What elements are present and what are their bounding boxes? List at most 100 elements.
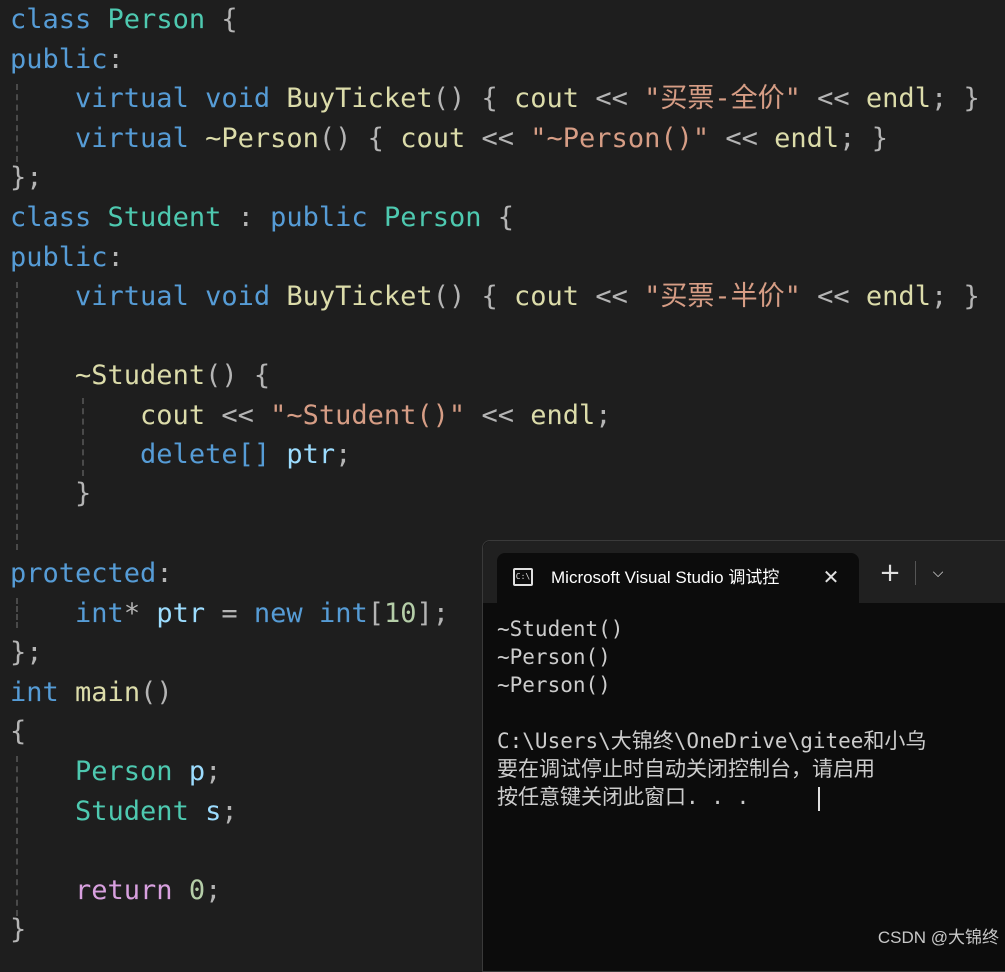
keyword: void [205,281,271,312]
console-icon: C:\ [513,568,533,586]
identifier: cout [140,400,206,431]
keyword: virtual [75,123,189,154]
punct: : [237,202,254,233]
punct: } [10,914,27,945]
code-line: cout << "~Student()" << endl; [10,396,612,435]
punct: } [963,83,980,114]
access-specifier: protected [10,558,157,589]
punct: } [871,123,888,154]
variable: ptr [156,598,206,629]
punct: ; [205,756,222,787]
variable: ptr [286,439,336,470]
code-line: virtual ~Person() { cout << "~Person()" … [10,119,888,158]
class-name: Person [75,756,173,787]
function-name: BuyTicket [286,83,433,114]
code-line: Person p; [10,752,221,791]
code-line: ~Student() { [10,356,270,395]
code-line: Student s; [10,792,238,831]
watermark: CSDN @大锦终 [877,928,999,947]
code-line: } [10,910,26,949]
punct: ; [930,83,948,114]
base-class-name: Person [383,202,482,233]
console-output-line: 要在调试停止时自动关闭控制台，请启用 [497,757,875,781]
operator: << [817,281,850,312]
number-literal: 0 [188,875,206,906]
destructor-name: ~Student [75,360,206,391]
operator: << [481,123,515,154]
operator: << [817,83,850,114]
punct: ; [595,400,612,431]
code-line: public: [10,40,124,79]
type-keyword: int [10,677,59,708]
punct: ; [930,281,948,312]
identifier: endl [865,83,931,114]
variable: p [188,756,206,787]
keyword: public [270,202,368,233]
string-literal: "买票-半价" [644,281,801,312]
punct: () [432,281,466,312]
operator: << [595,281,628,312]
keyword: class [10,4,92,35]
access-specifier: public [10,44,108,75]
punct: ; [839,123,856,154]
operator: << [481,400,514,431]
string-literal: "~Student()" [270,400,466,431]
punct: { [367,123,384,154]
string-literal: "~Person()" [530,123,710,154]
code-line: { [10,712,26,751]
new-tab-button[interactable]: + [876,559,904,587]
identifier: cout [400,123,466,154]
code-line: int main() [10,673,173,712]
close-icon[interactable]: ✕ [819,563,843,591]
type-keyword: int [75,598,124,629]
chevron-down-icon[interactable]: ⌵ [924,559,952,587]
code-line: public: [10,238,124,277]
code-line: }; [10,158,43,197]
variable: s [205,796,222,827]
operator: << [595,83,628,114]
type-keyword: int [318,598,368,629]
terminal-tab[interactable]: C:\ Microsoft Visual Studio 调试控 ✕ [497,553,859,603]
operator: << [221,400,254,431]
punct: { [10,716,27,747]
keyword: virtual [75,83,189,114]
access-specifier: public [10,242,108,273]
punct: { [253,360,271,391]
punct: }; [10,162,43,193]
keyword: delete[] [140,439,271,470]
punct: : [107,44,124,75]
function-name: main [75,677,141,708]
terminal-tab-bar: C:\ Microsoft Visual Studio 调试控 ✕ + ⌵ [483,541,1005,603]
identifier: cout [514,83,580,114]
tab-divider [915,561,916,585]
identifier: endl [530,400,596,431]
keyword: class [10,202,92,233]
string-literal: "买票-全价" [644,83,801,114]
class-name: Person [107,4,206,35]
debug-console-window[interactable]: C:\ Microsoft Visual Studio 调试控 ✕ + ⌵ ~S… [482,540,1005,972]
punct: { [497,202,515,233]
text-cursor [818,787,820,811]
function-name: BuyTicket [286,281,433,312]
punct: ; [205,875,222,906]
identifier: cout [514,281,580,312]
code-line: protected: [10,554,173,593]
console-output-line: ~Student() [497,617,624,641]
console-output-line: C:\Users\大锦终\OneDrive\gitee和小乌 [497,729,927,753]
code-line: virtual void BuyTicket() { cout << "买票-全… [10,79,980,118]
punct: : [107,242,124,273]
punct: ; [221,796,238,827]
punct: () [140,677,173,708]
code-line: return 0; [10,871,221,910]
keyword: virtual [75,281,189,312]
number-literal: 10 [384,598,417,629]
console-output-line: ~Person() [497,673,611,697]
code-line: } [10,474,91,513]
code-line: class Student : public Person { [10,198,514,237]
punct: { [481,281,498,312]
keyword: return [75,875,173,906]
punct: () [318,123,352,154]
destructor-name: ~Person [205,123,319,154]
tab-title: Microsoft Visual Studio 调试控 [551,568,780,587]
keyword: void [205,83,271,114]
